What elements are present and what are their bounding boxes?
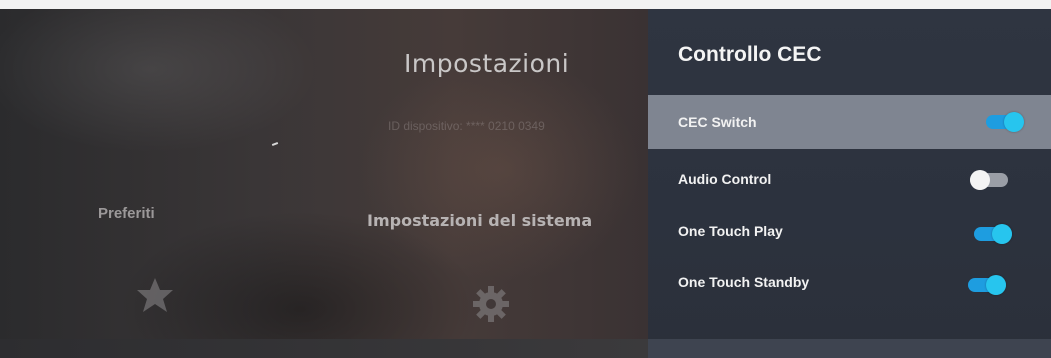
menu-item-favorites[interactable]: Preferiti <box>98 205 155 222</box>
option-row-one-touch-play[interactable]: One Touch Play <box>648 204 1051 258</box>
screen-speck <box>271 142 279 146</box>
cec-control-panel: Controllo CEC CEC Switch Audio Control O… <box>648 9 1051 358</box>
panel-title: Controllo CEC <box>678 43 822 66</box>
option-label: One Touch Standby <box>678 274 810 290</box>
toggle-knob <box>992 224 1012 244</box>
gear-icon <box>473 286 509 322</box>
option-label: Audio Control <box>678 171 772 187</box>
toggle-knob <box>986 275 1006 295</box>
option-row-audio-control[interactable]: Audio Control <box>648 152 1051 206</box>
star-icon <box>137 278 173 312</box>
settings-background: Impostazioni ID dispositivo: **** 0210 0… <box>0 9 648 358</box>
device-id-label: ID dispositivo: **** 0210 0349 <box>388 119 545 133</box>
cec-switch-toggle[interactable] <box>986 112 1024 132</box>
option-label: One Touch Play <box>678 223 783 239</box>
audio-control-toggle[interactable] <box>970 170 1008 190</box>
one-touch-standby-toggle[interactable] <box>968 275 1006 295</box>
menu-item-system-settings[interactable]: Impostazioni del sistema <box>367 211 592 230</box>
tv-settings-screen: Impostazioni ID dispositivo: **** 0210 0… <box>0 0 1051 358</box>
option-label: CEC Switch <box>678 114 757 130</box>
screen-top-edge <box>0 0 1051 9</box>
page-title: Impostazioni <box>404 49 570 78</box>
toggle-knob <box>1004 112 1024 132</box>
one-touch-play-toggle[interactable] <box>974 224 1012 244</box>
option-row-one-touch-standby[interactable]: One Touch Standby <box>648 254 1051 308</box>
option-row-cec-switch[interactable]: CEC Switch <box>648 95 1051 149</box>
toggle-knob <box>970 170 990 190</box>
